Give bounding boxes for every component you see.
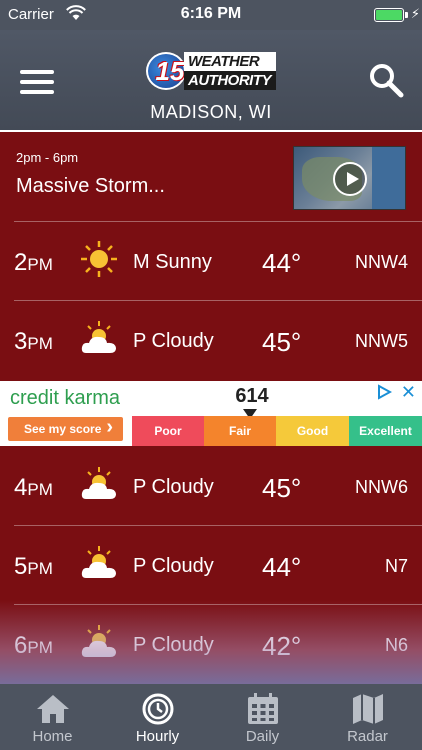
see-my-score-button[interactable]: See my score xyxy=(8,415,123,441)
wind-label: NNW6 xyxy=(355,477,408,497)
menu-icon-bar xyxy=(20,70,54,74)
calendar-icon xyxy=(248,693,278,724)
logo-line2: AUTHORITY xyxy=(184,71,276,90)
ad-brand: credit karma xyxy=(10,387,121,409)
band-good: Good xyxy=(276,416,349,446)
tab-home-label: Home xyxy=(32,728,73,745)
partly-cloudy-icon xyxy=(81,625,116,657)
logo-line1: WEATHER xyxy=(184,52,276,71)
menu-icon-bar xyxy=(20,80,54,84)
play-icon[interactable] xyxy=(333,162,367,196)
tab-daily-label: Daily xyxy=(245,728,280,745)
condition-label: P Cloudy xyxy=(133,555,214,577)
battery-icon xyxy=(374,8,404,22)
hour-label: 4PM xyxy=(14,474,53,501)
condition-label: P Cloudy xyxy=(133,634,214,656)
credit-karma-ad[interactable]: credit karma See my score 614 Poor Fair … xyxy=(0,381,422,446)
charging-icon: ⚡ xyxy=(410,6,420,21)
hourly-row[interactable]: 3PM P Cloudy 45° NNW5 xyxy=(0,301,422,380)
wind-label: N6 xyxy=(384,635,408,655)
location-label: MADISON, WI xyxy=(150,102,272,122)
menu-icon-bar xyxy=(20,90,54,94)
hour-label: 5PM xyxy=(14,553,53,580)
tab-radar-label: Radar xyxy=(347,728,388,745)
temperature-label: 44° xyxy=(262,248,302,278)
station-logo: 15 WEATHER AUTHORITY xyxy=(146,50,276,92)
hourly-row[interactable]: 2PM M Sunny 44° NNW4 xyxy=(0,222,422,301)
tab-home[interactable]: Home xyxy=(0,684,105,750)
clock-time: 6:16 PM xyxy=(180,5,242,22)
temperature-label: 44° xyxy=(262,552,302,582)
condition-label: P Cloudy xyxy=(133,476,214,498)
band-excellent: Excellent xyxy=(349,416,422,446)
temperature-label: 45° xyxy=(262,327,302,357)
wind-label: N7 xyxy=(384,556,408,576)
hourly-row[interactable]: 6PM P Cloudy 42° N6 xyxy=(0,605,422,684)
condition-label: M Sunny xyxy=(133,251,212,273)
sun-icon xyxy=(81,241,117,277)
clock-icon xyxy=(142,693,174,725)
wind-label: NNW5 xyxy=(355,331,408,351)
story-headline: Massive Storm... xyxy=(16,175,165,197)
hour-label: 2PM xyxy=(14,249,53,276)
video-thumbnail[interactable] xyxy=(293,146,406,210)
map-icon xyxy=(353,694,383,724)
credit-score: 614 xyxy=(235,385,269,407)
weather-story-card[interactable]: 2pm - 6pm Massive Storm... xyxy=(0,134,422,222)
hour-label: 6PM xyxy=(14,632,53,659)
story-time-range: 2pm - 6pm xyxy=(16,150,79,165)
menu-button[interactable] xyxy=(20,70,54,94)
adchoices-icon[interactable] xyxy=(376,384,392,400)
tab-radar[interactable]: Radar xyxy=(315,684,420,750)
partly-cloudy-icon xyxy=(81,321,116,353)
condition-label: P Cloudy xyxy=(133,330,214,352)
tab-hourly-label: Hourly xyxy=(135,728,180,745)
tab-hourly[interactable]: Hourly xyxy=(105,684,210,750)
temperature-label: 45° xyxy=(262,473,302,503)
tab-daily[interactable]: Daily xyxy=(210,684,315,750)
wind-label: NNW4 xyxy=(355,252,408,272)
search-icon[interactable] xyxy=(368,62,404,98)
hourly-row[interactable]: 5PM P Cloudy 44° N7 xyxy=(0,526,422,605)
partly-cloudy-icon xyxy=(81,546,116,578)
battery-nub xyxy=(405,12,408,18)
app-header: 15 WEATHER AUTHORITY MADISON, WI xyxy=(0,30,422,132)
band-fair: Fair xyxy=(204,416,276,446)
band-poor: Poor xyxy=(132,416,204,446)
hour-label: 3PM xyxy=(14,328,53,355)
tab-bar: Home Hourly Daily Radar xyxy=(0,684,422,750)
status-bar: Carrier 6:16 PM ⚡ xyxy=(0,0,422,30)
partly-cloudy-icon xyxy=(81,467,116,499)
home-icon xyxy=(37,695,69,723)
temperature-label: 42° xyxy=(262,631,302,661)
hourly-row[interactable]: 4PM P Cloudy 45° NNW6 xyxy=(0,447,422,526)
close-ad-icon[interactable]: ✕ xyxy=(401,382,416,403)
